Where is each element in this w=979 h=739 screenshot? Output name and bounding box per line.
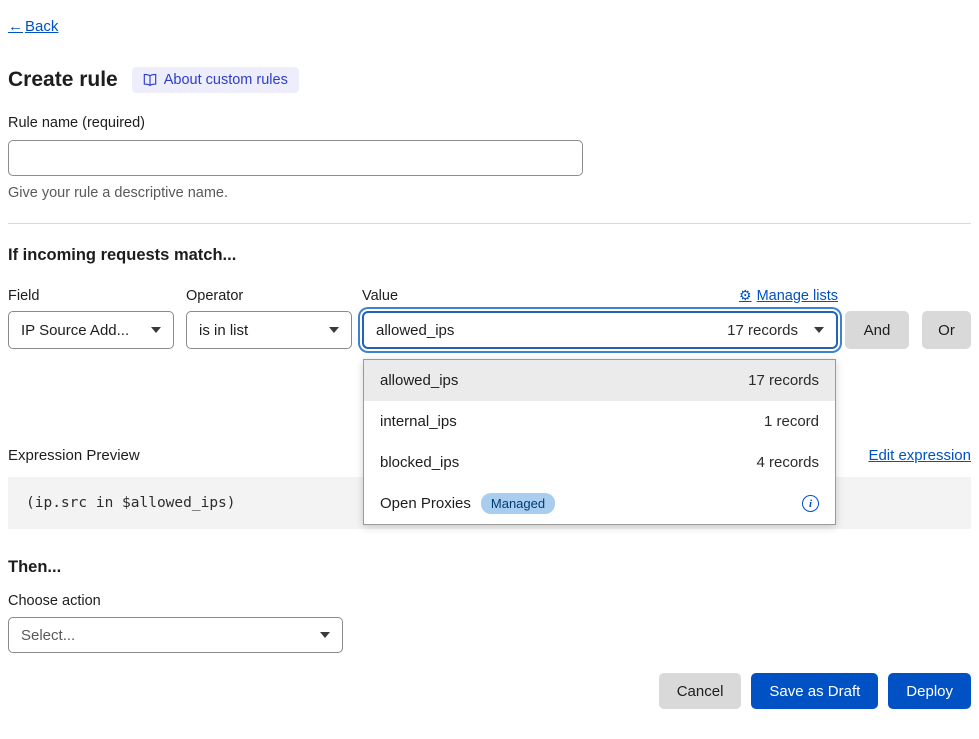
create-rule-page: ←Back Create rule About custom rules Rul… bbox=[0, 0, 979, 739]
match-section-title: If incoming requests match... bbox=[8, 246, 971, 265]
list-option-count: 4 records bbox=[756, 454, 819, 471]
manage-lists-link[interactable]: ⚙ Manage lists bbox=[739, 287, 838, 304]
back-link-label: Back bbox=[25, 18, 58, 35]
cancel-button[interactable]: Cancel bbox=[659, 673, 742, 709]
chevron-down-icon bbox=[151, 327, 161, 333]
edit-expression-link[interactable]: Edit expression bbox=[868, 447, 971, 464]
operator-select-value: is in list bbox=[199, 322, 248, 339]
or-button[interactable]: Or bbox=[922, 311, 971, 349]
and-button[interactable]: And bbox=[845, 311, 909, 349]
list-option-allowed-ips[interactable]: allowed_ips 17 records bbox=[364, 360, 835, 401]
title-row: Create rule About custom rules bbox=[8, 65, 971, 95]
list-option-name: internal_ips bbox=[380, 413, 457, 430]
list-option-name: Open Proxies bbox=[380, 495, 471, 512]
about-custom-rules-link[interactable]: About custom rules bbox=[132, 67, 299, 93]
chevron-down-icon bbox=[329, 327, 339, 333]
action-select[interactable]: Select... bbox=[8, 617, 343, 653]
field-select[interactable]: IP Source Add... bbox=[8, 311, 174, 349]
value-select-count: 17 records bbox=[727, 322, 798, 339]
value-select-wrapper: allowed_ips 17 records allowed_ips 17 re… bbox=[362, 311, 838, 349]
list-dropdown: allowed_ips 17 records internal_ips 1 re… bbox=[363, 359, 836, 525]
about-custom-rules-label: About custom rules bbox=[164, 72, 288, 88]
list-option-open-proxies[interactable]: Open Proxies Managed i bbox=[364, 483, 835, 524]
manage-lists-label: Manage lists bbox=[757, 288, 838, 304]
then-section-title: Then... bbox=[8, 558, 971, 577]
field-select-value: IP Source Add... bbox=[21, 322, 129, 339]
rule-name-label: Rule name (required) bbox=[8, 115, 971, 131]
match-column-labels: Field Operator Value ⚙ Manage lists bbox=[8, 287, 971, 304]
info-icon[interactable]: i bbox=[802, 495, 819, 512]
match-controls-row: IP Source Add... is in list allowed_ips … bbox=[8, 311, 971, 349]
chevron-down-icon bbox=[320, 632, 330, 638]
footer-actions: Cancel Save as Draft Deploy bbox=[8, 673, 971, 709]
managed-badge: Managed bbox=[481, 493, 555, 514]
list-option-name: blocked_ips bbox=[380, 454, 459, 471]
expression-preview-label: Expression Preview bbox=[8, 447, 140, 464]
back-arrow-icon: ← bbox=[8, 18, 23, 35]
rule-name-input[interactable] bbox=[8, 140, 583, 176]
page-title: Create rule bbox=[8, 68, 118, 92]
save-draft-button[interactable]: Save as Draft bbox=[751, 673, 878, 709]
chevron-down-icon bbox=[814, 327, 824, 333]
operator-label: Operator bbox=[186, 288, 352, 304]
expression-code: (ip.src in $allowed_ips) bbox=[26, 495, 236, 511]
field-label: Field bbox=[8, 288, 174, 304]
section-divider bbox=[8, 223, 971, 224]
list-option-blocked-ips[interactable]: blocked_ips 4 records bbox=[364, 442, 835, 483]
action-select-placeholder: Select... bbox=[21, 627, 75, 644]
list-option-count: 1 record bbox=[764, 413, 819, 430]
gear-icon: ⚙ bbox=[739, 287, 752, 304]
book-icon bbox=[143, 73, 157, 87]
deploy-button[interactable]: Deploy bbox=[888, 673, 971, 709]
list-option-name: allowed_ips bbox=[380, 372, 458, 389]
value-label: Value bbox=[362, 288, 398, 304]
value-select[interactable]: allowed_ips 17 records bbox=[362, 311, 838, 349]
back-link[interactable]: ←Back bbox=[8, 18, 58, 35]
list-option-internal-ips[interactable]: internal_ips 1 record bbox=[364, 401, 835, 442]
operator-select[interactable]: is in list bbox=[186, 311, 352, 349]
value-select-name: allowed_ips bbox=[376, 322, 454, 339]
choose-action-label: Choose action bbox=[8, 593, 971, 609]
rule-name-help: Give your rule a descriptive name. bbox=[8, 185, 971, 201]
list-option-count: 17 records bbox=[748, 372, 819, 389]
